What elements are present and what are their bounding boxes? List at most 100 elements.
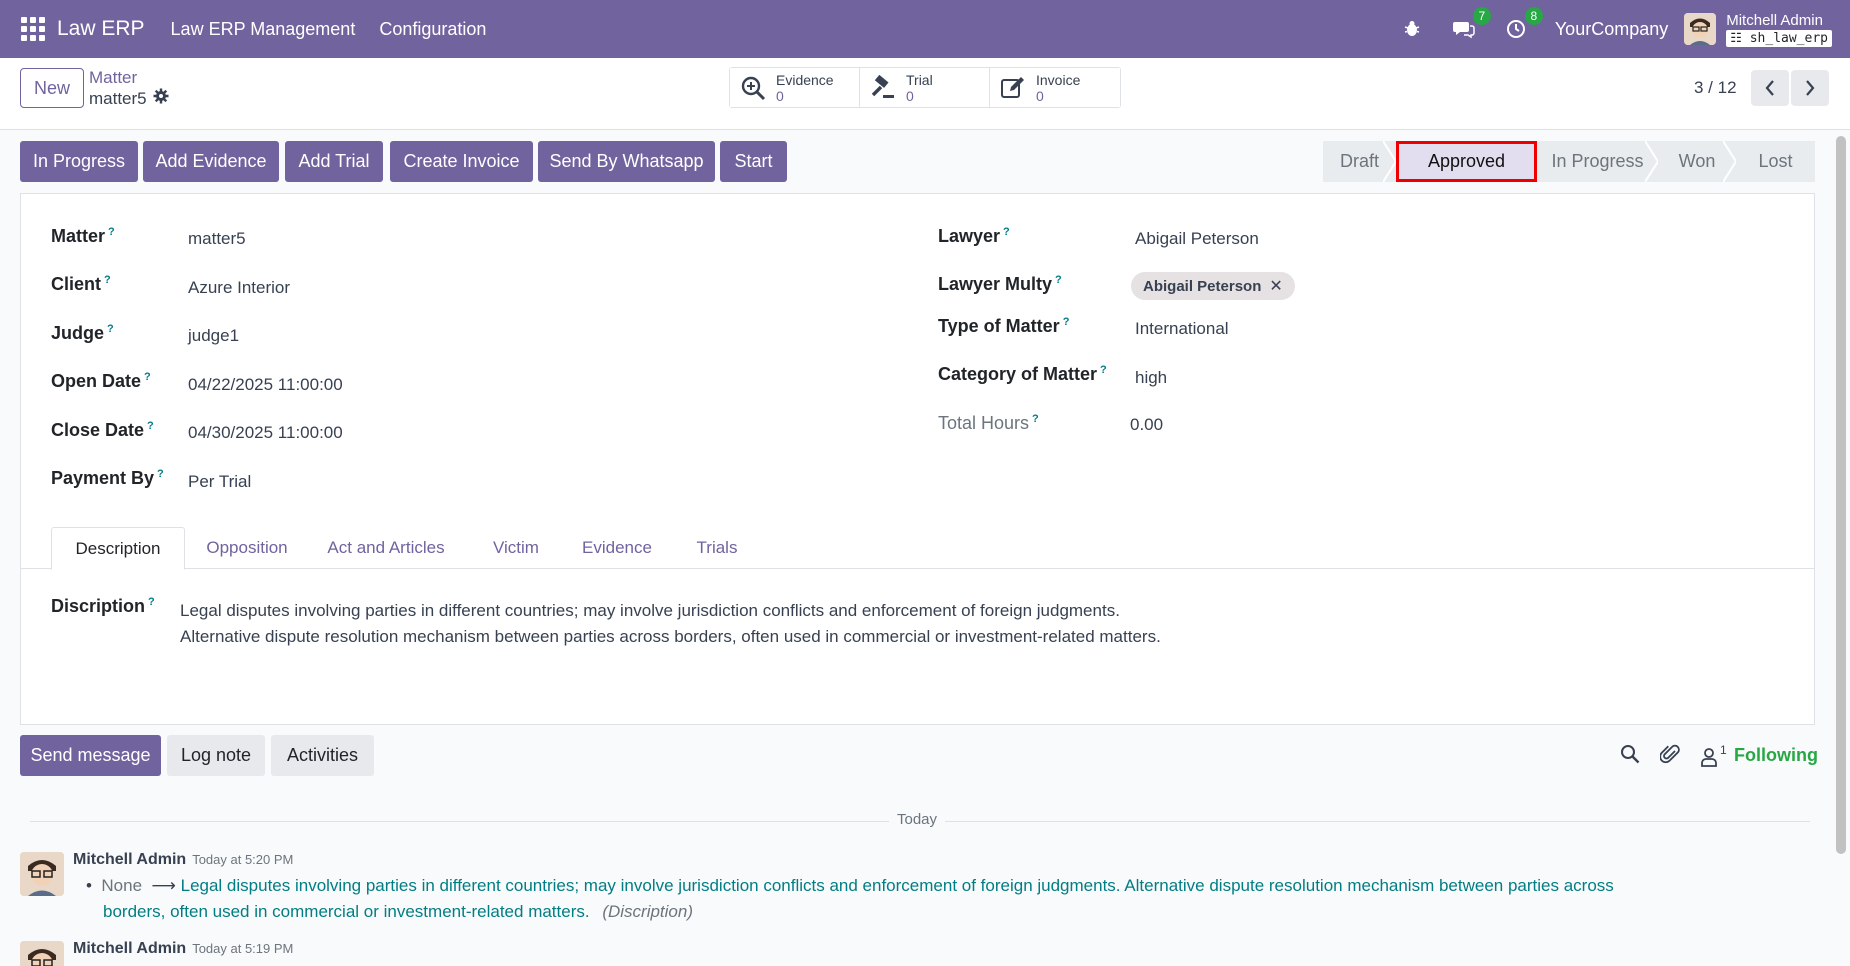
category-of-matter-field[interactable]: high: [1135, 368, 1167, 388]
message-author-avatar[interactable]: [20, 941, 64, 966]
stage-lost[interactable]: Lost: [1736, 141, 1815, 182]
client-label: Client?: [51, 274, 111, 294]
stage-in-progress[interactable]: In Progress: [1537, 141, 1659, 182]
tab-description[interactable]: Description: [51, 527, 185, 570]
menu-configuration[interactable]: Configuration: [379, 19, 486, 40]
breadcrumb-parent[interactable]: Matter: [89, 68, 137, 88]
activities-button[interactable]: Activities: [271, 735, 374, 776]
create-invoice-button[interactable]: Create Invoice: [390, 141, 533, 182]
notebook-tabs: Description Opposition Act and Articles …: [21, 527, 1814, 570]
client-field[interactable]: Azure Interior: [188, 278, 290, 298]
message-author-avatar[interactable]: [20, 852, 64, 896]
matter-field[interactable]: matter5: [188, 229, 246, 249]
tracking-new-value-line-2: borders, often used in commercial or inv…: [103, 902, 590, 921]
tracking-value-line: • None ⟶ Legal disputes involving partie…: [86, 876, 1614, 896]
log-note-button[interactable]: Log note: [167, 735, 265, 776]
chevron-right-icon: [1806, 80, 1815, 96]
database-icon: ☷: [1730, 30, 1742, 46]
discription-label: Discription?: [51, 596, 155, 616]
following-button[interactable]: Following: [1734, 745, 1818, 766]
bug-icon[interactable]: [1399, 16, 1425, 42]
message-author-name: Mitchell Admin: [73, 940, 187, 957]
smart-buttons: Evidence 0 Trial 0 Invoice 0: [729, 67, 1121, 108]
pager-next-button[interactable]: [1791, 70, 1829, 106]
today-label: Today: [889, 811, 946, 828]
invoice-label: Invoice: [1036, 71, 1081, 88]
edit-icon: [1000, 75, 1026, 101]
zoom-in-icon: [740, 75, 766, 101]
followers-icon[interactable]: 1: [1700, 743, 1727, 767]
close-date-field[interactable]: 04/30/2025 11:00:00: [188, 423, 343, 443]
send-by-whatsapp-button[interactable]: Send By Whatsapp: [538, 141, 715, 182]
stage-won[interactable]: Won: [1658, 141, 1737, 182]
app-brand[interactable]: Law ERP: [57, 17, 145, 41]
chat-icon[interactable]: 7: [1451, 7, 1491, 42]
message-time: Today at 5:20 PM: [192, 852, 294, 867]
search-icon[interactable]: [1620, 744, 1640, 769]
tab-victim[interactable]: Victim: [476, 527, 556, 569]
open-date-field[interactable]: 04/22/2025 11:00:00: [188, 375, 343, 395]
invoice-count: 0: [1036, 87, 1044, 104]
stage-approved[interactable]: Approved: [1396, 141, 1537, 182]
stage-draft-label: Draft: [1339, 151, 1379, 171]
total-hours-label: Total Hours?: [938, 413, 1039, 433]
invoice-smart-button[interactable]: Invoice 0: [990, 68, 1120, 107]
evidence-smart-button[interactable]: Evidence 0: [730, 68, 860, 107]
pager-previous-button[interactable]: [1751, 70, 1789, 106]
chatter-tools: 1: [1620, 743, 1727, 770]
judge-field[interactable]: judge1: [188, 326, 239, 346]
message-author-name: Mitchell Admin: [73, 851, 187, 868]
total-hours-field: 0.00: [1130, 415, 1164, 434]
lawyer-field[interactable]: Abigail Peterson: [1135, 229, 1259, 249]
message-author[interactable]: Mitchell Admin Today at 5:20 PM: [73, 851, 293, 869]
user-menu[interactable]: Mitchell Admin ☷ sh_law_erp: [1726, 12, 1832, 47]
chevron-left-icon: [1765, 80, 1774, 96]
trial-smart-button[interactable]: Trial 0: [860, 68, 990, 107]
close-icon[interactable]: ✕: [1269, 276, 1282, 296]
activity-clock-icon[interactable]: 8: [1503, 7, 1543, 42]
tab-act-and-articles[interactable]: Act and Articles: [311, 527, 461, 569]
lawyer-multy-tag[interactable]: Abigail Peterson ✕: [1131, 272, 1295, 300]
message-author[interactable]: Mitchell Admin Today at 5:19 PM: [73, 940, 293, 958]
category-of-matter-label: Category of Matter?: [938, 364, 1107, 384]
tab-evidence[interactable]: Evidence: [567, 527, 667, 569]
pager-value[interactable]: 3 / 12: [1694, 78, 1737, 98]
close-date-label: Close Date?: [51, 420, 154, 440]
apps-grid-icon[interactable]: [21, 17, 45, 41]
open-date-label: Open Date?: [51, 371, 151, 391]
description-line-1[interactable]: Legal disputes involving parties in diff…: [180, 601, 1120, 621]
description-line-2[interactable]: Alternative dispute resolution mechanism…: [180, 627, 1161, 647]
follower-count: 1: [1720, 742, 1727, 757]
in-progress-button[interactable]: In Progress: [20, 141, 138, 182]
menu-law-erp-management[interactable]: Law ERP Management: [171, 19, 356, 40]
gear-icon[interactable]: [153, 88, 169, 109]
bullet: •: [86, 876, 102, 895]
start-button[interactable]: Start: [720, 141, 787, 182]
page-scrollbar[interactable]: [1836, 136, 1846, 854]
message-time: Today at 5:19 PM: [192, 941, 294, 956]
tracking-old-value: None: [101, 876, 143, 895]
evidence-label: Evidence: [776, 71, 834, 88]
user-avatar[interactable]: [1684, 13, 1717, 45]
add-trial-button[interactable]: Add Trial: [285, 141, 383, 182]
top-navbar: Law ERP Law ERP Management Configuration…: [0, 0, 1850, 58]
company-switcher[interactable]: YourCompany: [1555, 19, 1668, 40]
user-name: Mitchell Admin: [1726, 11, 1823, 29]
paperclip-icon[interactable]: [1659, 743, 1680, 770]
activity-count-badge: 8: [1524, 7, 1543, 25]
type-of-matter-field[interactable]: International: [1135, 319, 1229, 339]
lawyer-multy-label: Lawyer Multy?: [938, 274, 1062, 294]
payment-by-field[interactable]: Per Trial: [188, 472, 251, 492]
tab-opposition[interactable]: Opposition: [193, 527, 301, 569]
stage-won-label: Won: [1678, 151, 1716, 171]
add-evidence-button[interactable]: Add Evidence: [143, 141, 279, 182]
new-button[interactable]: New: [20, 68, 84, 108]
stage-lost-label: Lost: [1758, 151, 1793, 171]
trial-label: Trial: [906, 71, 933, 88]
send-message-button[interactable]: Send message: [20, 735, 161, 776]
tab-trials[interactable]: Trials: [677, 527, 757, 569]
type-of-matter-label: Type of Matter?: [938, 316, 1070, 336]
stage-draft[interactable]: Draft: [1323, 141, 1397, 182]
gavel-icon: [870, 74, 896, 101]
status-bar: Draft Approved In Progress Won Lost: [1323, 141, 1815, 182]
